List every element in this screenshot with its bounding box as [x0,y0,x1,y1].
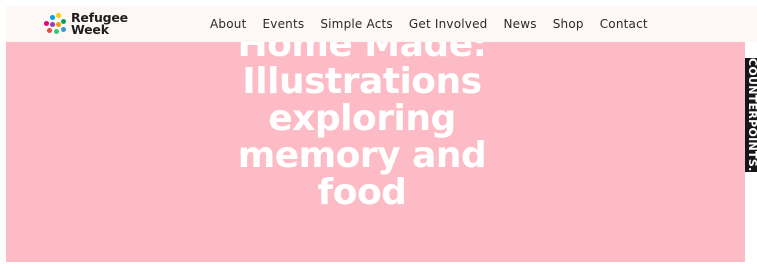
logo-dots-icon [44,13,66,35]
hero-banner: Home Made: Illustrations exploring memor… [6,42,745,262]
nav-item-simple-acts[interactable]: Simple Acts [320,17,393,31]
hero-title: Home Made: Illustrations exploring memor… [237,42,487,213]
page: Refugee Week About Events Simple Acts Ge… [0,0,757,264]
nav-item-news[interactable]: News [504,17,537,31]
nav-item-shop[interactable]: Shop [553,17,584,31]
site-header: Refugee Week About Events Simple Acts Ge… [6,6,757,42]
nav-item-events[interactable]: Events [262,17,304,31]
logo-wordmark: Refugee Week [71,11,128,37]
main-nav: About Events Simple Acts Get Involved Ne… [210,6,664,42]
nav-item-contact[interactable]: Contact [600,17,648,31]
nav-item-get-involved[interactable]: Get Involved [409,17,488,31]
refugee-week-logo[interactable]: Refugee Week [44,8,128,40]
logo-line-2: Week [71,22,109,37]
side-tab-label: COUNTERPOINTS. [746,58,757,172]
counterpoints-side-tab[interactable]: COUNTERPOINTS. [745,58,757,172]
nav-item-about[interactable]: About [210,17,246,31]
